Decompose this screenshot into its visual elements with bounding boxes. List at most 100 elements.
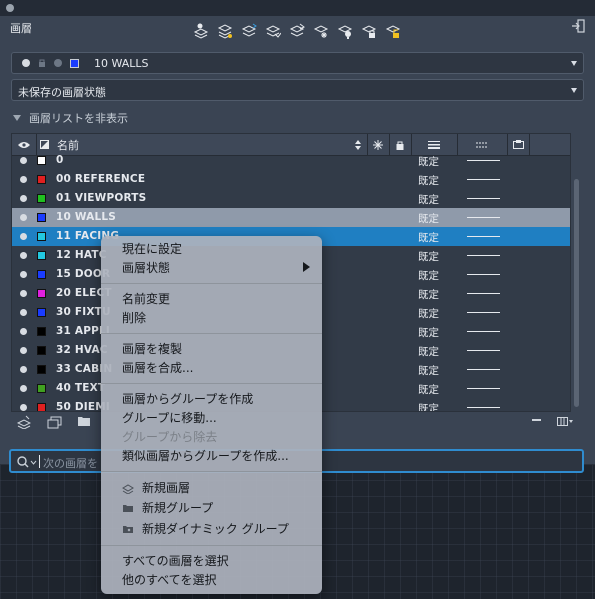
plot-icon (54, 59, 62, 67)
chevron-down-icon (571, 88, 577, 93)
dock-icon[interactable] (571, 19, 585, 33)
submenu-arrow-icon (303, 262, 310, 272)
layer-color-swatch[interactable] (37, 232, 46, 241)
layer-plot-value: 既定 (418, 251, 439, 263)
visibility-dot-icon[interactable] (20, 385, 27, 392)
layer-color-swatch[interactable] (37, 327, 46, 336)
layer-name: 40 TEXT (56, 382, 106, 394)
menu-select-all-layers[interactable]: すべての画層を選択 (122, 552, 229, 570)
lineweight-line (467, 179, 500, 180)
menu-separator (101, 545, 322, 546)
lineweight-icon (428, 140, 440, 149)
chevron-down-icon (571, 61, 577, 66)
new-layer-button[interactable] (192, 22, 210, 40)
menu-separator (101, 471, 322, 472)
layer-off-button[interactable] (288, 22, 306, 40)
menu-group-from-layers[interactable]: 画層からグループを作成 (122, 390, 253, 408)
search-placeholder: 次の画層を (43, 457, 98, 470)
layer-color-swatch[interactable] (37, 175, 46, 184)
menu-remove-from-group: グループから除去 (122, 430, 218, 444)
layer-unlock-button[interactable] (384, 22, 402, 40)
visibility-dot-icon[interactable] (20, 176, 27, 183)
layer-merge-button[interactable] (240, 22, 258, 40)
layer-plot-value: 既定 (418, 232, 439, 244)
new-layer-icon[interactable] (17, 415, 31, 429)
layer-color-swatch[interactable] (37, 194, 46, 203)
lock-icon (39, 59, 45, 67)
visibility-dot-icon[interactable] (20, 328, 27, 335)
menu-delete[interactable]: 削除 (122, 309, 146, 327)
layer-color-swatch[interactable] (37, 384, 46, 393)
menu-new-dynamic-group[interactable]: 新規ダイナミック グループ (142, 520, 289, 538)
window-close-dot[interactable] (6, 4, 14, 12)
layer-plot-value: 既定 (418, 308, 439, 320)
visibility-dot-icon[interactable] (20, 366, 27, 373)
layer-color-swatch[interactable] (37, 403, 46, 411)
menu-group-from-similar[interactable]: 類似画層からグループを作成... (122, 447, 289, 465)
layer-color-swatch[interactable] (37, 308, 46, 317)
menu-move-to-group[interactable]: グループに移動... (122, 409, 217, 427)
menu-select-all-others[interactable]: 他のすべてを選択 (122, 571, 216, 589)
layer-plot-value: 既定 (418, 346, 439, 358)
new-group-icon[interactable] (47, 415, 63, 429)
menu-rename[interactable]: 名前変更 (122, 290, 170, 308)
lock-icon (361, 25, 377, 38)
visibility-dot-icon[interactable] (20, 252, 27, 259)
layer-row[interactable]: 0 既定 (12, 151, 570, 170)
menu-new-group[interactable]: 新規グループ (142, 499, 213, 517)
menu-set-current[interactable]: 現在に設定 (122, 240, 182, 258)
layer-name: 12 HATC (56, 249, 107, 261)
layer-list-scrollbar[interactable] (574, 179, 579, 407)
snowflake-icon (373, 139, 383, 150)
lineweight-line (467, 236, 500, 237)
layer-isolate-icon (265, 25, 281, 38)
layer-name: 01 VIEWPORTS (56, 192, 147, 204)
folder-icon[interactable] (77, 415, 91, 427)
layer-isolate-button[interactable] (264, 22, 282, 40)
lineweight-line (467, 293, 500, 294)
layer-plot-value: 既定 (418, 156, 439, 168)
visibility-dot-icon[interactable] (20, 233, 27, 240)
visibility-dot-icon[interactable] (20, 157, 27, 164)
layer-plot-value: 既定 (418, 327, 439, 339)
visibility-dot-icon[interactable] (20, 309, 27, 316)
minus-icon[interactable] (532, 419, 541, 421)
current-layer-dropdown[interactable]: 10 WALLS (11, 52, 584, 74)
layer-row[interactable]: 01 VIEWPORTS 既定 (12, 189, 570, 208)
lineweight-line (467, 350, 500, 351)
layer-color-swatch[interactable] (37, 289, 46, 298)
layer-lock-button[interactable] (360, 22, 378, 40)
visibility-dot-icon[interactable] (20, 214, 27, 221)
new-layer-icon (122, 484, 134, 494)
layer-name: 0 (56, 154, 64, 166)
layer-state-dropdown[interactable]: 未保存の画層状態 (11, 79, 584, 101)
layer-color-swatch[interactable] (37, 346, 46, 355)
vp-frozen-layer-button[interactable] (216, 22, 234, 40)
layer-row[interactable]: 10 WALLS 既定 (12, 208, 570, 227)
visibility-dot-icon[interactable] (20, 195, 27, 202)
layer-color-swatch[interactable] (37, 213, 46, 222)
menu-duplicate-layer[interactable]: 画層を複製 (122, 340, 182, 358)
visibility-dot-icon[interactable] (20, 290, 27, 297)
layer-color-swatch (70, 58, 79, 68)
layer-freeze-button[interactable] (312, 22, 330, 40)
visibility-dot-icon[interactable] (20, 404, 27, 411)
layer-color-swatch[interactable] (37, 270, 46, 279)
plot-style-icon (512, 140, 524, 149)
layer-row[interactable]: 00 REFERENCE 既定 (12, 170, 570, 189)
visibility-dot-icon[interactable] (20, 271, 27, 278)
menu-merge-layers[interactable]: 画層を合成... (122, 359, 193, 377)
menu-new-layer[interactable]: 新規画層 (142, 479, 190, 497)
layer-color-swatch[interactable] (37, 156, 46, 165)
menu-layer-state[interactable]: 画層状態 (122, 259, 170, 277)
layer-color-swatch[interactable] (37, 251, 46, 260)
layer-plot-value: 既定 (418, 365, 439, 377)
lightbulb-icon (337, 25, 353, 39)
layer-color-swatch[interactable] (37, 365, 46, 374)
layer-plot-value: 既定 (418, 175, 439, 187)
visibility-dot-icon[interactable] (20, 347, 27, 354)
columns-menu-icon[interactable] (557, 417, 573, 426)
hide-layer-list-toggle[interactable]: 画層リストを非表示 (13, 110, 128, 126)
lineweight-line (467, 198, 500, 199)
layer-bulb-button[interactable] (336, 22, 354, 40)
